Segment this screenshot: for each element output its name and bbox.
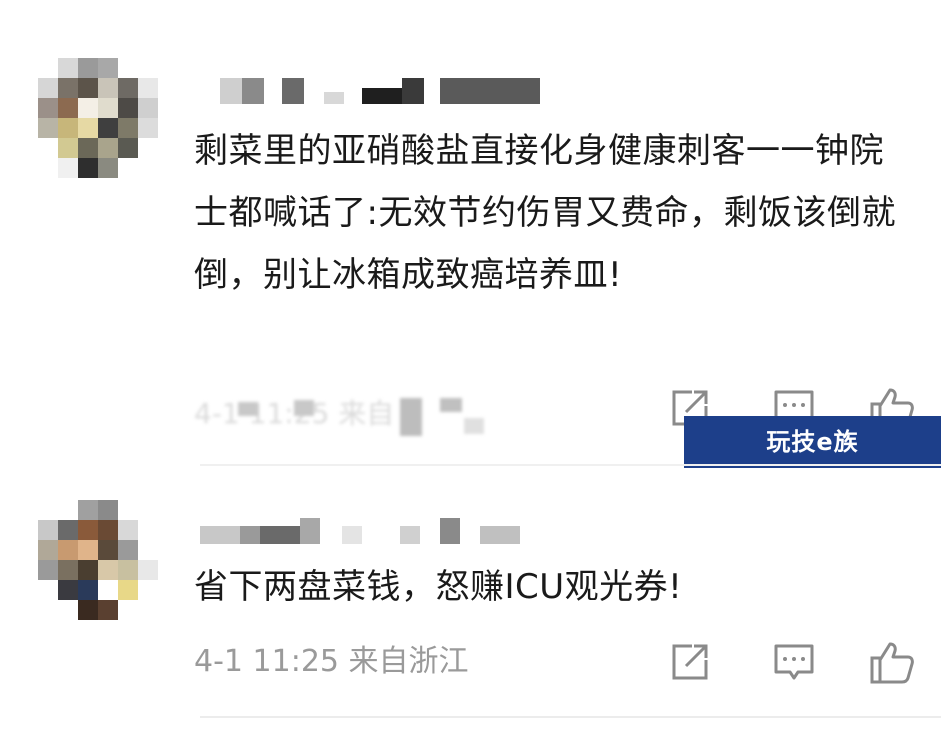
comment-item: 省下两盘菜钱，怒赚ICU观光券! 4-1 11:25 来自浙江 <box>0 470 941 735</box>
comment-text: 省下两盘菜钱，怒赚ICU观光券! <box>194 567 683 607</box>
divider <box>200 464 941 466</box>
avatar[interactable] <box>38 500 158 620</box>
share-icon[interactable] <box>668 640 712 684</box>
timestamp: 4-1 11:25 来自浙江 <box>194 644 469 679</box>
username-pixelated[interactable] <box>200 518 530 544</box>
comment-text: 剩菜里的亚硝酸盐直接化身健康刺客一一钟院士都喊话了:无效节约伤胃又费命，剩饭该倒… <box>194 131 896 295</box>
watermark-logo: 玩技e族 <box>684 416 941 468</box>
comment-icon[interactable] <box>772 640 816 684</box>
divider <box>200 716 941 718</box>
comment-actions <box>668 640 918 684</box>
avatar[interactable] <box>38 58 158 178</box>
thumbs-up-icon[interactable] <box>868 640 916 684</box>
comment-item: 剩菜里的亚硝酸盐直接化身健康刺客一一钟院士都喊话了:无效节约伤胃又费命，剩饭该倒… <box>0 0 941 470</box>
timestamp: 4-1 11:25 来自 <box>194 392 484 436</box>
username-pixelated[interactable] <box>220 78 550 104</box>
